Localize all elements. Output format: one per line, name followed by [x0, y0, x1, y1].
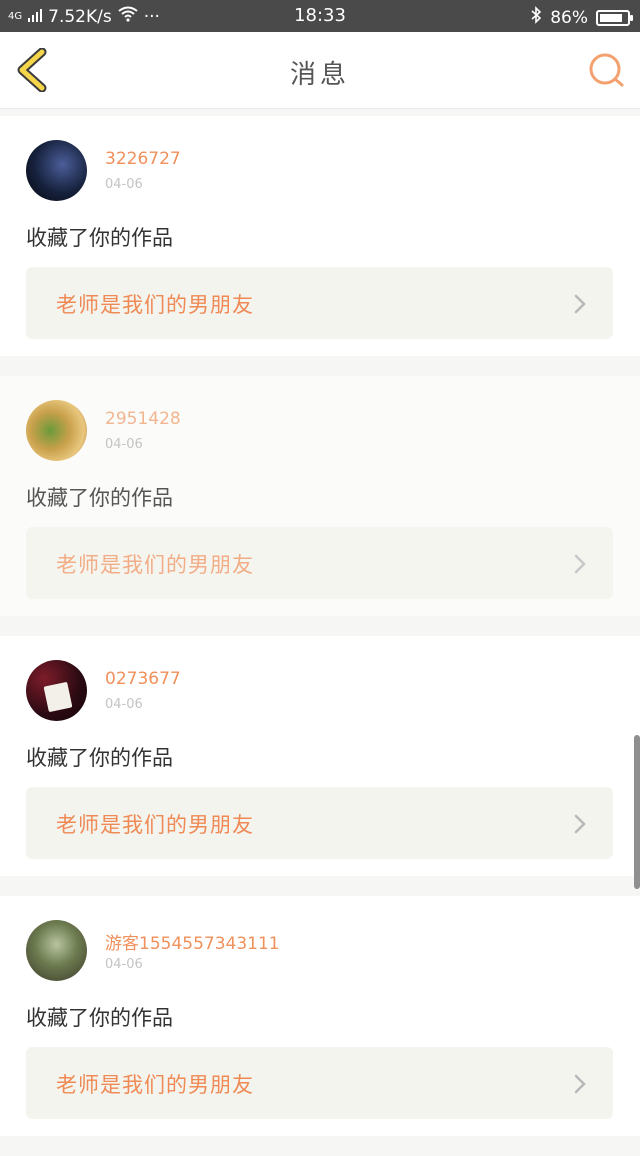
work-link[interactable]: 老师是我们的男朋友 — [26, 1047, 613, 1119]
work-title: 老师是我们的男朋友 — [56, 813, 254, 837]
message-date: 04-06 — [105, 697, 143, 712]
username[interactable]: 3226727 — [105, 149, 181, 169]
message-date: 04-06 — [105, 177, 143, 192]
work-title: 老师是我们的男朋友 — [56, 293, 254, 317]
action-text: 收藏了你的作品 — [26, 746, 173, 770]
chevron-right-icon — [574, 554, 586, 574]
chevron-right-icon — [574, 814, 586, 834]
battery-icon — [596, 9, 633, 26]
scrollbar[interactable] — [634, 735, 640, 889]
message-card: 3226727 04-06 收藏了你的作品 老师是我们的男朋友 — [0, 116, 640, 356]
page-title: 消息 — [289, 60, 350, 90]
avatar[interactable] — [26, 400, 87, 461]
chevron-right-icon — [574, 1074, 586, 1094]
avatar[interactable] — [26, 140, 87, 201]
battery-percent: 86% — [550, 7, 588, 28]
username[interactable]: 游客1554557343111 — [105, 929, 280, 954]
message-card: 0273677 04-06 收藏了你的作品 老师是我们的男朋友 — [0, 636, 640, 876]
avatar[interactable] — [26, 920, 87, 981]
action-text: 收藏了你的作品 — [26, 1006, 173, 1030]
username[interactable]: 0273677 — [105, 669, 181, 689]
nav-bar: 消息 — [0, 32, 640, 109]
action-text: 收藏了你的作品 — [26, 226, 173, 250]
message-list: 3226727 04-06 收藏了你的作品 老师是我们的男朋友 2951428 … — [0, 116, 640, 1156]
message-card: 游客1554557343111 04-06 收藏了你的作品 老师是我们的男朋友 — [0, 896, 640, 1136]
search-button[interactable] — [586, 50, 626, 90]
message-date: 04-06 — [105, 957, 143, 972]
bluetooth-icon — [530, 6, 542, 29]
action-text: 收藏了你的作品 — [26, 486, 173, 510]
username[interactable]: 2951428 — [105, 409, 181, 429]
work-link[interactable]: 老师是我们的男朋友 — [26, 527, 613, 599]
avatar[interactable] — [26, 660, 87, 721]
work-title: 老师是我们的男朋友 — [56, 1073, 254, 1097]
message-card: 2951428 04-06 收藏了你的作品 老师是我们的男朋友 — [0, 376, 640, 616]
message-date: 04-06 — [105, 437, 143, 452]
chevron-right-icon — [574, 294, 586, 314]
status-bar: 4G 7.52K/s ··· 18:33 86% — [0, 0, 640, 32]
work-link[interactable]: 老师是我们的男朋友 — [26, 787, 613, 859]
search-icon — [589, 53, 624, 87]
work-link[interactable]: 老师是我们的男朋友 — [26, 267, 613, 339]
work-title: 老师是我们的男朋友 — [56, 553, 254, 577]
